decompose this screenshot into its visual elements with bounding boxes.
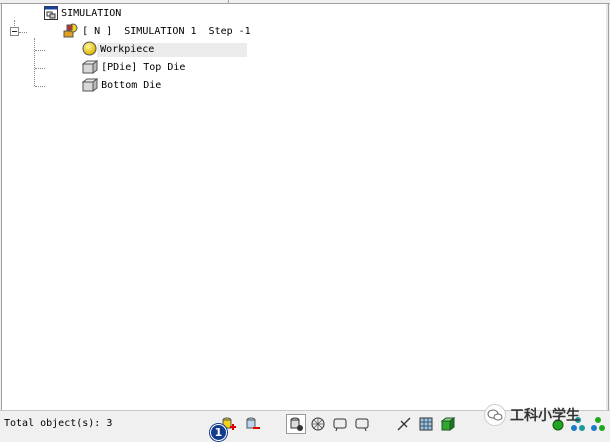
inter-object-icon [397,417,411,431]
callout-marker: 1 [210,424,227,441]
tree-connector [35,68,45,69]
material-button[interactable] [438,414,458,434]
display-button[interactable] [352,414,372,434]
tree-connector [35,86,45,87]
object-mode-icon [290,417,303,431]
geometry-button[interactable] [416,414,436,434]
mesh-button[interactable] [308,414,328,434]
hierarchy-button[interactable] [588,414,608,434]
watermark-text: 工科小学生 [510,408,580,424]
tree-object-bottom-die[interactable]: Bottom Die [46,77,164,94]
top-die-label: [PDie] Top Die [101,62,186,73]
view-icon [333,418,347,432]
material-icon [440,417,456,431]
object-tree-panel[interactable]: SIMULATION [ N ] SIMULATION 1 Step -1 Wo… [1,4,609,410]
panel-edge [606,4,608,410]
wechat-icon [484,404,506,426]
geometry-icon [419,417,433,431]
bottom-die-label: Bottom Die [101,80,162,91]
delete-object-button[interactable] [242,414,262,434]
workpiece-label: Workpiece [97,43,248,57]
bottom-die-block-icon [46,67,99,106]
total-objects-count: Total object(s): 3 [4,418,113,429]
watermark: 工科小学生 [484,404,580,426]
display-icon [355,418,369,432]
hierarchy-icon [591,417,605,431]
delete-object-icon [246,417,260,429]
inter-object-button[interactable] [394,414,414,434]
simulation-node-label: [ N ] SIMULATION 1 Step -1 [82,26,251,37]
object-mode-button[interactable] [286,414,306,434]
view-button[interactable] [330,414,350,434]
tree-connector [19,32,27,33]
mesh-icon [311,417,325,431]
collapse-toggle-icon[interactable] [10,27,19,36]
